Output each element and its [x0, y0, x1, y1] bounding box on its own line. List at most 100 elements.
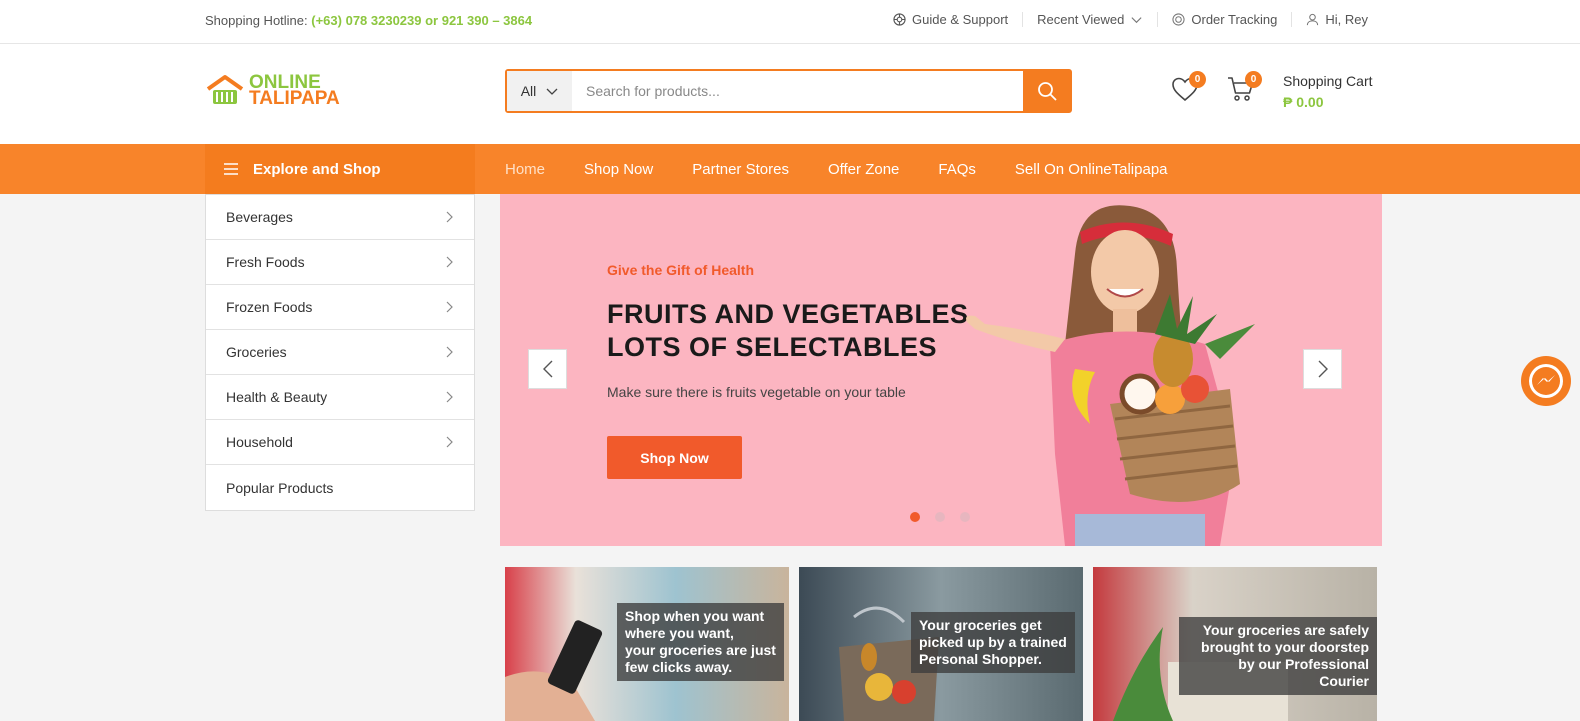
category-item-popular-products[interactable]: Popular Products	[206, 465, 474, 510]
nav-partner-stores[interactable]: Partner Stores	[692, 161, 789, 178]
category-item-fresh-foods[interactable]: Fresh Foods	[206, 240, 474, 285]
cart-count-badge: 0	[1245, 71, 1262, 88]
search-category-select[interactable]: All	[507, 71, 572, 111]
category-item-household[interactable]: Household	[206, 420, 474, 465]
category-item-beverages[interactable]: Beverages	[206, 195, 474, 240]
woman-with-fruit-basket-image	[966, 205, 1255, 546]
caption-line: Your groceries get	[919, 617, 1042, 633]
category-label: Household	[226, 434, 293, 450]
feature-card-shop-anywhere[interactable]: Shop when you want where you want, your …	[505, 567, 789, 721]
nav-sell[interactable]: Sell On OnlineTalipapa	[1015, 161, 1168, 178]
slider-next-button[interactable]	[1303, 349, 1342, 389]
caption-line: by our Professional Courier	[1238, 656, 1369, 689]
wishlist-button[interactable]: 0	[1170, 71, 1206, 104]
hamburger-menu-icon	[224, 163, 238, 175]
chevron-right-icon	[1318, 360, 1328, 378]
recent-viewed-label: Recent Viewed	[1037, 12, 1125, 27]
hero-kicker: Give the Gift of Health	[607, 262, 755, 278]
search-icon	[1037, 82, 1057, 101]
search-button[interactable]	[1023, 71, 1070, 111]
caption-line: brought to your doorstep	[1201, 639, 1369, 655]
shopping-hotline: Shopping Hotline: (+63) 078 3230239 or 9…	[205, 13, 532, 28]
nav-home[interactable]: Home	[505, 161, 545, 178]
caption-line: picked up by a trained	[919, 634, 1067, 650]
recent-viewed-dropdown[interactable]: Recent Viewed	[1022, 12, 1157, 27]
wishlist-count-badge: 0	[1189, 71, 1206, 88]
messenger-chat-button[interactable]	[1521, 356, 1571, 406]
slider-dot-2[interactable]	[935, 512, 945, 522]
logo-line-2: TALIPAPA	[249, 88, 340, 109]
location-target-icon	[1172, 13, 1185, 26]
hero-title: FRUITS AND VEGETABLES LOTS OF SELECTABLE…	[607, 298, 969, 364]
explore-shop-label: Explore and Shop	[253, 160, 381, 178]
chevron-right-icon	[446, 436, 453, 448]
feature-card-courier-delivery[interactable]: Your groceries are safely brought to you…	[1093, 567, 1377, 721]
nav-faqs[interactable]: FAQs	[938, 161, 976, 178]
feature-cards: Shop when you want where you want, your …	[505, 567, 1377, 721]
chevron-right-icon	[446, 256, 453, 268]
cart-label: Shopping Cart	[1283, 73, 1373, 89]
cart-button[interactable]: 0	[1226, 71, 1262, 104]
search-category-value: All	[520, 83, 537, 99]
caption-line: where you want,	[625, 625, 734, 641]
explore-shop-button[interactable]: Explore and Shop	[205, 144, 475, 194]
cart-summary[interactable]: Shopping Cart ₱ 0.00	[1283, 73, 1373, 110]
main-nav: Explore and Shop Home Shop Now Partner S…	[0, 144, 1580, 194]
feature-caption: Shop when you want where you want, your …	[617, 603, 784, 681]
feature-caption: Your groceries get picked up by a traine…	[911, 612, 1075, 673]
guide-support-link[interactable]: Guide & Support	[879, 12, 1022, 27]
hero-shop-now-button[interactable]: Shop Now	[607, 436, 742, 479]
nav-shop-now[interactable]: Shop Now	[584, 161, 653, 178]
category-label: Frozen Foods	[226, 299, 313, 315]
hotline-number[interactable]: (+63) 078 3230239 or 921 390 – 3864	[311, 13, 532, 28]
slider-prev-button[interactable]	[528, 349, 567, 389]
messenger-icon	[1529, 364, 1563, 398]
account-link[interactable]: Hi, Rey	[1291, 12, 1368, 27]
hotline-label: Shopping Hotline:	[205, 13, 308, 28]
category-label: Beverages	[226, 209, 293, 225]
header: ONLINE TALIPAPA All 0 0 Shopping Cart ₱ …	[0, 44, 1580, 144]
category-label: Popular Products	[226, 479, 334, 496]
greeting-label: Hi, Rey	[1325, 12, 1368, 27]
top-bar: Shopping Hotline: (+63) 078 3230239 or 9…	[0, 0, 1580, 44]
guide-support-label: Guide & Support	[912, 12, 1009, 27]
nav-links: Home Shop Now Partner Stores Offer Zone …	[505, 144, 1168, 194]
chevron-left-icon	[542, 360, 552, 378]
caption-line: your groceries are just	[625, 642, 776, 658]
caption-line: Shop when you want	[625, 608, 765, 624]
cart-amount: ₱ 0.00	[1283, 94, 1324, 110]
nav-offer-zone[interactable]: Offer Zone	[828, 161, 899, 178]
hero-title-line-1: FRUITS AND VEGETABLES	[607, 299, 969, 329]
order-tracking-label: Order Tracking	[1191, 12, 1278, 27]
caption-line: Your groceries are safely	[1202, 622, 1369, 638]
chevron-down-icon	[1131, 17, 1142, 24]
category-item-groceries[interactable]: Groceries	[206, 330, 474, 375]
category-menu: Beverages Fresh Foods Frozen Foods Groce…	[205, 194, 475, 511]
lifebuoy-icon	[893, 13, 906, 26]
caption-line: few clicks away.	[625, 659, 733, 675]
chevron-right-icon	[446, 301, 453, 313]
slider-dot-1[interactable]	[910, 512, 920, 522]
category-item-frozen-foods[interactable]: Frozen Foods	[206, 285, 474, 330]
chevron-right-icon	[446, 346, 453, 358]
user-icon	[1307, 13, 1319, 26]
chevron-right-icon	[446, 391, 453, 403]
category-item-health-beauty[interactable]: Health & Beauty	[206, 375, 474, 420]
hero-title-line-2: LOTS OF SELECTABLES	[607, 332, 938, 362]
chevron-right-icon	[446, 211, 453, 223]
caption-line: Personal Shopper.	[919, 651, 1042, 667]
top-links: Guide & Support Recent Viewed Order Trac…	[879, 12, 1368, 27]
header-icons: 0 0	[1170, 71, 1262, 104]
search-input[interactable]	[572, 71, 1023, 111]
logo-text: ONLINE TALIPAPA	[249, 73, 340, 109]
category-label: Health & Beauty	[226, 389, 328, 405]
basket-house-logo-icon	[206, 75, 244, 104]
feature-card-personal-shopper[interactable]: Your groceries get picked up by a traine…	[799, 567, 1083, 721]
site-logo[interactable]: ONLINE TALIPAPA	[205, 73, 340, 109]
hero-subtitle: Make sure there is fruits vegetable on y…	[607, 384, 906, 400]
slider-pagination	[910, 512, 970, 522]
order-tracking-link[interactable]: Order Tracking	[1157, 12, 1291, 27]
hero-slider: Give the Gift of Health FRUITS AND VEGET…	[500, 194, 1382, 546]
slider-dot-3[interactable]	[960, 512, 970, 522]
category-label: Groceries	[226, 344, 287, 360]
